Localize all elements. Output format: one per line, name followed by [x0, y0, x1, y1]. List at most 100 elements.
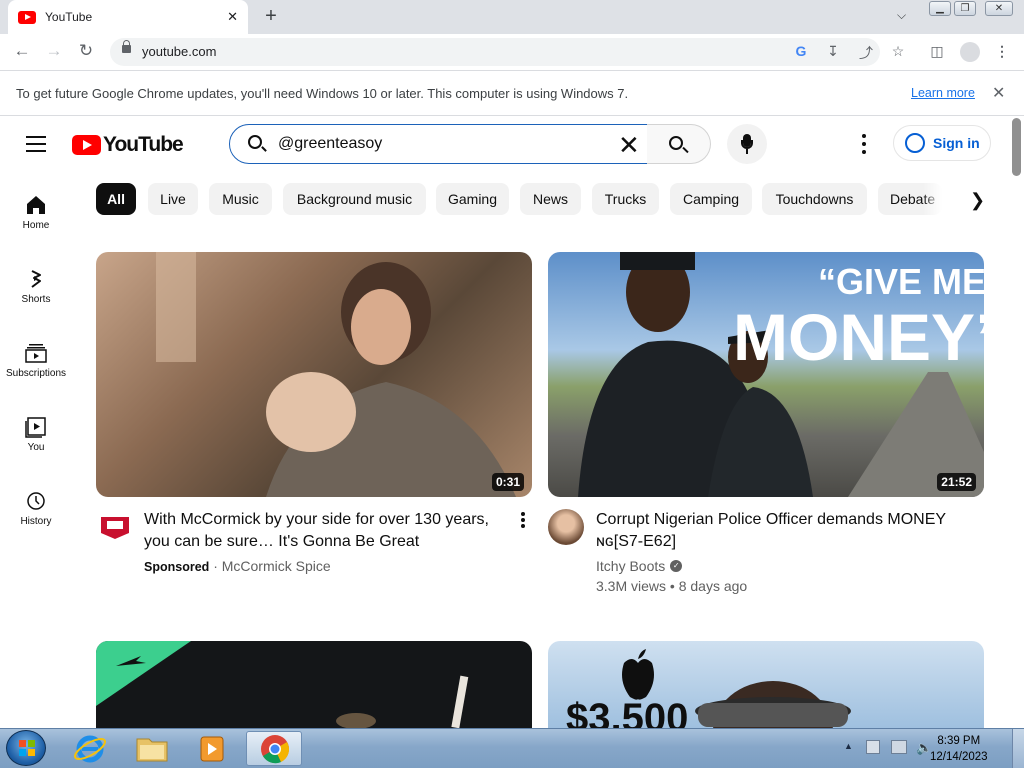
chip-background-music[interactable]: Background music [283, 183, 426, 215]
forward-arrow-icon[interactable]: → [43, 41, 65, 61]
video-meta: Sponsored · McCormick Spice [144, 556, 331, 577]
meta-separator: · [213, 558, 218, 574]
tab-youtube[interactable]: YouTube ✕ [8, 0, 248, 34]
install-app-icon[interactable]: ↧ [823, 43, 843, 60]
video-title[interactable]: Corrupt Nigerian Police Officer demands … [596, 509, 966, 553]
chip-camping[interactable]: Camping [670, 183, 752, 215]
media-player-icon [200, 736, 224, 762]
video-stats: 3.3M views • 8 days ago [596, 578, 748, 594]
search-input[interactable]: @greenteasoy ✕ [229, 124, 648, 164]
account-icon [905, 133, 925, 153]
search-icon [248, 135, 262, 149]
settings-menu-icon[interactable] [862, 134, 866, 154]
restore-window-button[interactable]: ❐ [954, 1, 976, 16]
new-tab-button[interactable]: + [262, 5, 280, 28]
learn-more-link[interactable]: Learn more [911, 86, 975, 100]
chrome-menu-icon[interactable]: ⋮ [992, 43, 1012, 60]
chip-news[interactable]: News [520, 183, 581, 215]
apple-logo-icon [622, 659, 654, 700]
file-explorer-taskbar-button[interactable] [124, 731, 180, 766]
info-bar-close-icon[interactable]: ✕ [992, 83, 1005, 103]
video-duration: 0:31 [491, 473, 524, 491]
video-thumbnail[interactable]: “GIVE ME MONEY” 21:52 [548, 252, 984, 497]
lock-icon[interactable] [122, 40, 131, 53]
sponsored-badge: Sponsored [144, 560, 210, 574]
sidebar-item-label: Shorts [21, 294, 51, 305]
chip-all[interactable]: All [96, 183, 136, 215]
mccormick-channel-avatar[interactable] [99, 513, 131, 541]
guide-menu-icon[interactable] [26, 136, 46, 152]
sidebar-item-subscriptions[interactable]: Subscriptions [0, 342, 72, 379]
google-icon[interactable]: G [791, 43, 811, 59]
action-center-flag-icon[interactable] [866, 740, 880, 754]
show-hidden-icons-chevron[interactable]: ▲ [844, 741, 853, 751]
video-thumbnail[interactable]: $3,500 [548, 641, 984, 728]
sidebar-item-label: History [20, 516, 52, 527]
video-duration: 21:52 [937, 473, 976, 491]
you-icon [24, 416, 48, 438]
url-text[interactable]: youtube.com [142, 44, 216, 59]
network-icon[interactable] [891, 740, 907, 754]
video-title[interactable]: With McCormick by your side for over 130… [144, 509, 504, 553]
address-bar[interactable]: youtube.com [110, 38, 880, 66]
chip-live[interactable]: Live [148, 183, 198, 215]
video-thumbnail[interactable] [96, 641, 532, 728]
channel-name[interactable]: McCormick Spice [222, 558, 331, 574]
history-icon [24, 490, 48, 512]
chrome-icon [261, 735, 290, 764]
chips-next-chevron-icon[interactable]: ❯ [970, 190, 985, 211]
minimize-window-button[interactable]: ▁ [929, 1, 951, 16]
thumbnail-overlay-line2: MONEY” [733, 300, 984, 374]
show-desktop-button[interactable] [1012, 729, 1024, 768]
sidebar-item-home[interactable]: Home [0, 194, 72, 231]
chip-trucks[interactable]: Trucks [592, 183, 659, 215]
search-input-value[interactable]: @greenteasoy [278, 135, 382, 153]
youtube-favicon-icon [18, 10, 36, 24]
tab-close-icon[interactable]: ✕ [227, 9, 238, 25]
scrollbar-track[interactable] [1010, 116, 1024, 728]
clock-date: 12/14/2023 [930, 751, 988, 763]
sign-in-button[interactable]: Sign in [893, 125, 991, 161]
internet-explorer-icon [73, 735, 107, 763]
search-button[interactable] [647, 124, 711, 164]
scrollbar-thumb[interactable] [1012, 118, 1021, 176]
itchy-boots-channel-avatar[interactable] [548, 509, 584, 545]
bookmark-star-icon[interactable]: ☆ [888, 43, 908, 60]
channel-row: Itchy Boots ✓ [596, 556, 683, 576]
back-arrow-icon[interactable]: ← [11, 41, 33, 61]
voice-search-button[interactable] [727, 124, 767, 164]
tab-search-chevron-icon[interactable]: ⌵ [897, 8, 906, 23]
channel-name[interactable]: Itchy Boots [596, 556, 665, 576]
info-bar-text: To get future Google Chrome updates, you… [16, 86, 629, 101]
side-panel-icon[interactable]: ◫ [927, 43, 947, 60]
folder-icon [136, 738, 168, 762]
tab-title: YouTube [45, 10, 93, 24]
chip-gaming[interactable]: Gaming [436, 183, 509, 215]
video-thumbnail[interactable]: 0:31 [96, 252, 532, 497]
share-icon[interactable]: ⤴ [856, 43, 876, 63]
sidebar-item-you[interactable]: You [0, 416, 72, 453]
home-icon [24, 194, 48, 216]
clear-search-icon[interactable]: ✕ [618, 130, 640, 161]
clock-time: 8:39 PM [937, 735, 981, 747]
chip-music[interactable]: Music [209, 183, 272, 215]
media-player-taskbar-button[interactable] [184, 731, 240, 766]
sidebar-item-shorts[interactable]: Shorts [0, 268, 72, 305]
start-button[interactable] [6, 730, 46, 766]
video-menu-icon[interactable] [521, 512, 525, 528]
chip-touchdowns[interactable]: Touchdowns [762, 183, 867, 215]
close-window-button[interactable]: ✕ [985, 1, 1013, 16]
chrome-taskbar-button[interactable] [246, 731, 302, 766]
chip-debate[interactable]: Debate [878, 183, 942, 215]
thumbnail-overlay-line1: “GIVE ME [818, 261, 984, 302]
search-icon [669, 136, 683, 150]
sidebar-item-label: Subscriptions [5, 368, 67, 379]
taskbar-clock[interactable]: 8:39 PM 12/14/2023 [930, 733, 988, 765]
profile-avatar-icon[interactable] [960, 42, 980, 62]
internet-explorer-taskbar-button[interactable] [62, 731, 118, 766]
youtube-logo[interactable]: YouTube [72, 133, 184, 157]
sign-in-label: Sign in [933, 135, 980, 151]
sidebar-item-history[interactable]: History [0, 490, 72, 527]
windows-logo-icon [19, 740, 35, 756]
reload-icon[interactable]: ↻ [75, 41, 97, 61]
